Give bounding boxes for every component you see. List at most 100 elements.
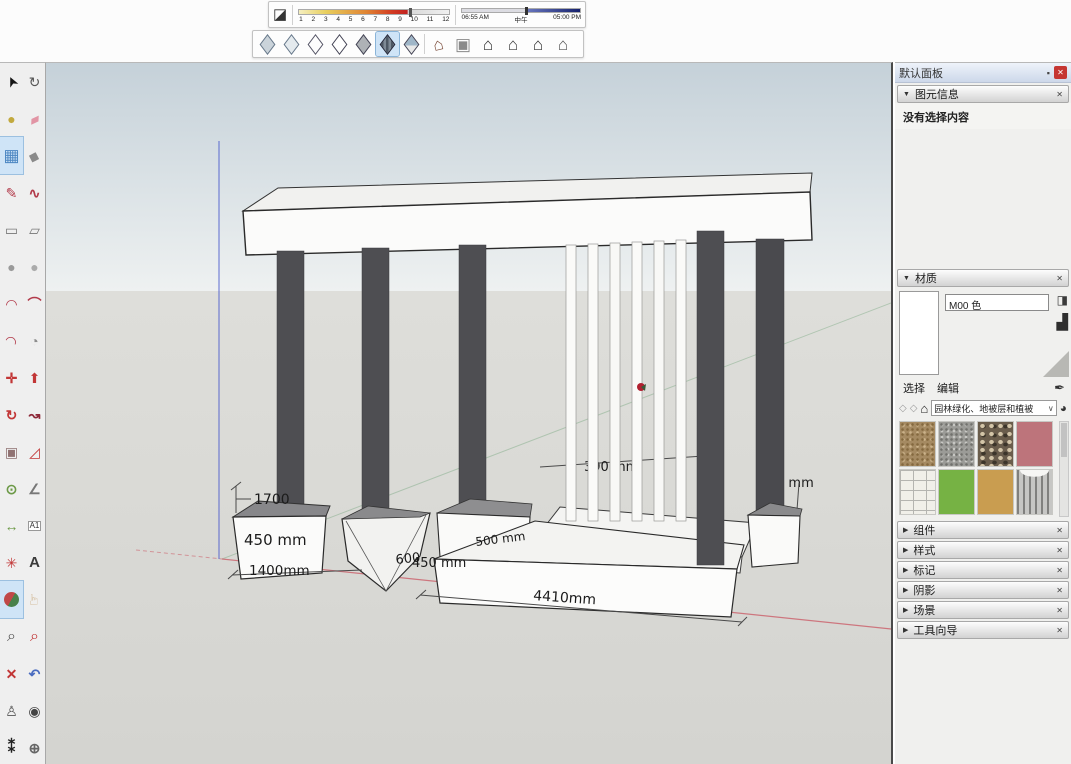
front-view-button[interactable]: ⌂ — [476, 32, 500, 56]
secondary-pane-corner[interactable] — [1043, 351, 1069, 377]
home-icon[interactable]: ⌂ — [920, 401, 928, 416]
dimension-tool[interactable]: ↔ — [0, 507, 23, 544]
entity-info-header[interactable]: ▼ 图元信息 ✕ — [897, 85, 1069, 103]
tape-measure-tool[interactable]: ⊙ — [0, 470, 23, 507]
collection-dropdown[interactable]: 园林绿化、地被层和植被 ∨ — [931, 400, 1056, 416]
eraser-tool[interactable]: ▰ — [23, 100, 46, 137]
instructor-panel-header[interactable]: ▶ 工具向导 ✕ — [897, 621, 1069, 639]
panel-close-icon[interactable]: ✕ — [1056, 606, 1063, 615]
orbit-tool[interactable] — [0, 581, 23, 618]
modeling-viewport[interactable]: 390 mm 2 mm — [46, 62, 893, 764]
materials-header[interactable]: ▼ 材质 ✕ — [897, 269, 1069, 287]
back-arrow-icon[interactable]: ◇ — [899, 403, 907, 414]
column-3[interactable] — [459, 245, 486, 511]
column-5[interactable] — [756, 239, 784, 515]
create-material-icon[interactable]: ◨ — [1057, 293, 1068, 307]
collapse-arrow-icon[interactable]: ▼ — [903, 275, 910, 282]
swatch-scrollbar[interactable] — [1059, 421, 1069, 517]
hidden-line-style-button[interactable] — [328, 32, 351, 56]
footing-5[interactable] — [748, 503, 802, 567]
back-view-button[interactable]: ⌂ — [551, 32, 575, 56]
time-slider-track[interactable] — [461, 8, 581, 13]
pan-tool[interactable]: ☞ — [23, 581, 46, 618]
paint-bucket-icon[interactable]: ▟ — [1056, 313, 1068, 331]
scrollbar-thumb[interactable] — [1061, 423, 1067, 457]
tray-titlebar[interactable]: 默认面板 ▪ ✕ — [895, 63, 1071, 83]
scale-tool[interactable]: ◿ — [23, 433, 46, 470]
right-view-button[interactable]: ⌂ — [501, 32, 525, 56]
column-4[interactable] — [697, 231, 724, 565]
rotated-rectangle-tool[interactable]: ▱ — [23, 211, 46, 248]
arc-tool[interactable]: ◠ — [0, 285, 23, 322]
pie-tool[interactable]: ◔ — [23, 322, 46, 359]
rotate-tool[interactable]: ↻ — [0, 396, 23, 433]
expand-arrow-icon[interactable]: ▶ — [903, 586, 908, 594]
move-tool[interactable]: ✛ — [0, 359, 23, 396]
dim-label-450b[interactable]: 450 mm — [412, 556, 466, 571]
components-panel-header[interactable]: ▶ 组件 ✕ — [897, 521, 1069, 539]
details-icon[interactable]: ◕ — [1060, 401, 1067, 415]
xray-style-button[interactable] — [256, 32, 279, 56]
circle-tool[interactable]: ● — [0, 248, 23, 285]
collapse-arrow-icon[interactable]: ▼ — [903, 91, 910, 98]
monochrome-style-button[interactable] — [400, 32, 423, 56]
expand-arrow-icon[interactable]: ▶ — [903, 626, 908, 634]
shadows-toggle-icon[interactable]: ◪ — [273, 7, 287, 22]
expand-arrow-icon[interactable]: ▶ — [903, 546, 908, 554]
material-cobblestone[interactable] — [977, 421, 1014, 467]
materials-close-icon[interactable]: ✕ — [1056, 274, 1063, 283]
previous-view-tool[interactable]: ↶ — [23, 655, 46, 692]
shadows-panel-header[interactable]: ▶ 阴影 ✕ — [897, 581, 1069, 599]
zoom-extents-tool[interactable]: ✕ — [0, 655, 23, 692]
iso-view-button[interactable]: ⌂ — [426, 32, 450, 56]
3d-text-tool[interactable]: A — [23, 544, 46, 581]
line-tool[interactable]: ✎ — [0, 174, 23, 211]
column-2[interactable] — [362, 248, 389, 520]
shadow-date-slider[interactable]: 123456789101112 — [298, 6, 450, 23]
axes-tool[interactable]: ✳ — [0, 544, 23, 581]
date-slider-handle[interactable] — [409, 8, 412, 17]
material-name-field[interactable]: M00 色 — [945, 294, 1049, 311]
material-gravel-brown[interactable] — [899, 421, 936, 467]
sample-paint-icon[interactable]: ✒ — [1054, 380, 1065, 396]
shadow-time-slider[interactable]: 06:55 AM 中午 05:00 PM — [461, 5, 581, 24]
freehand-tool[interactable]: ∿ — [23, 174, 46, 211]
dim-label-450[interactable]: 450 mm — [244, 531, 307, 549]
material-sand-tan[interactable] — [977, 469, 1014, 515]
panel-close-icon[interactable]: ✕ — [1056, 566, 1063, 575]
paint-bucket-tool[interactable]: ● — [0, 100, 23, 137]
flat-shape-tool[interactable]: ◆ — [23, 137, 46, 174]
scenes-panel-header[interactable]: ▶ 场景 ✕ — [897, 601, 1069, 619]
tab-select[interactable]: 选择 — [903, 380, 925, 396]
shaded-with-textures-style-button[interactable] — [376, 32, 399, 56]
panel-close-icon[interactable]: ✕ — [1056, 546, 1063, 555]
material-grass-green[interactable] — [938, 469, 975, 515]
zoom-window-tool[interactable]: ⌕ — [23, 618, 46, 655]
panel-close-icon[interactable]: ✕ — [1056, 626, 1063, 635]
material-preview[interactable] — [899, 291, 939, 375]
material-gravel-gray[interactable] — [938, 421, 975, 467]
expand-arrow-icon[interactable]: ▶ — [903, 526, 908, 534]
text-tool[interactable]: A1 — [23, 507, 46, 544]
styles-panel-header[interactable]: ▶ 样式 ✕ — [897, 541, 1069, 559]
left-view-button[interactable]: ⌂ — [526, 32, 550, 56]
polygon-tool[interactable]: ● — [23, 248, 46, 285]
select-tool[interactable]: ➤ — [0, 63, 23, 100]
forward-arrow-icon[interactable]: ◇ — [910, 403, 918, 414]
walk-tool[interactable]: ⁑ — [0, 729, 23, 764]
entity-info-close-icon[interactable]: ✕ — [1056, 90, 1063, 99]
tags-panel-header[interactable]: ▶ 标记 ✕ — [897, 561, 1069, 579]
three-point-arc-tool[interactable]: ◠ — [0, 322, 23, 359]
panel-close-icon[interactable]: ✕ — [1056, 526, 1063, 535]
column-1[interactable] — [277, 251, 304, 517]
top-view-button[interactable]: ▣ — [451, 32, 475, 56]
push-pull-tool[interactable]: ⬆ — [23, 359, 46, 396]
protractor-tool[interactable]: ∠ — [23, 470, 46, 507]
two-point-arc-tool[interactable]: ⌒ — [23, 285, 46, 322]
time-slider-handle[interactable] — [525, 7, 528, 15]
rectangle-tool[interactable]: ▭ — [0, 211, 23, 248]
material-fence-gray[interactable] — [1016, 469, 1053, 515]
shaded-style-button[interactable] — [352, 32, 375, 56]
offset-tool[interactable]: ▣ — [0, 433, 23, 470]
pin-icon[interactable]: ▪ — [1047, 68, 1050, 78]
